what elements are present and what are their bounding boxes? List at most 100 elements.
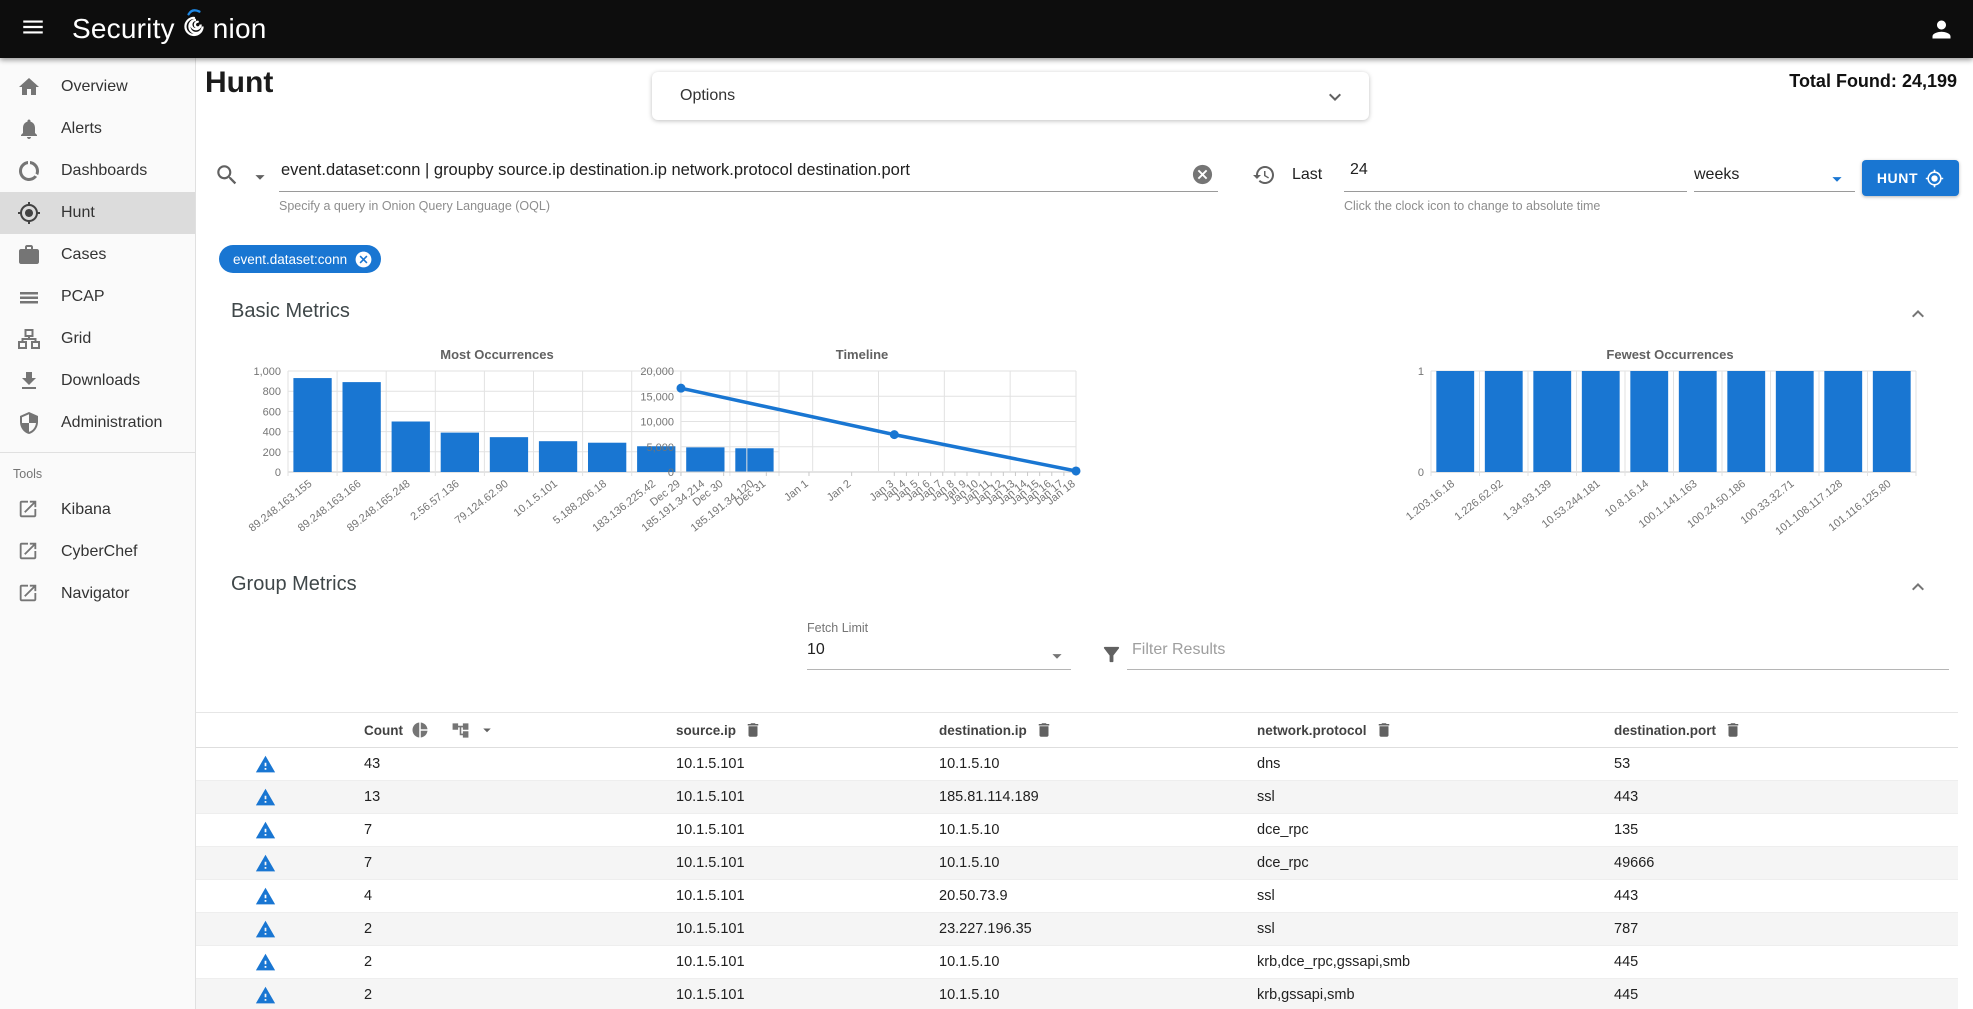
options-label: Options (680, 87, 735, 105)
table-cell: 49666 (1614, 847, 1654, 879)
table-cell: 10.1.5.101 (676, 880, 745, 912)
collapse-basic-metrics-icon[interactable] (1906, 302, 1930, 331)
time-value-input[interactable] (1348, 160, 1472, 180)
sidebar-item-pcap[interactable]: PCAP (0, 276, 195, 318)
sidebar-nav: Overview Alerts Dashboards Hunt Cases PC… (0, 58, 196, 1009)
warning-icon[interactable] (248, 748, 282, 780)
trash-icon[interactable] (744, 721, 762, 739)
warning-icon[interactable] (248, 814, 282, 846)
table-cell: 10.1.5.101 (676, 946, 745, 978)
sidebar-item-grid[interactable]: Grid (0, 318, 195, 360)
table-cell: ssl (1257, 781, 1275, 813)
lines-icon (17, 285, 41, 309)
svg-text:20,000: 20,000 (640, 366, 674, 378)
sidebar-item-downloads[interactable]: Downloads (0, 360, 195, 402)
query-input[interactable] (279, 160, 1188, 181)
svg-text:79.124.62.90: 79.124.62.90 (453, 478, 511, 527)
trash-icon[interactable] (1724, 721, 1742, 739)
sidebar-item-administration[interactable]: Administration (0, 402, 195, 444)
column-header-source-ip[interactable]: source.ip (676, 713, 762, 747)
table-cell: 445 (1614, 979, 1638, 1009)
warning-icon[interactable] (248, 781, 282, 813)
warning-icon[interactable] (248, 979, 282, 1009)
table-cell: 10.1.5.101 (676, 847, 745, 879)
clear-query-icon[interactable] (1191, 163, 1214, 191)
sidebar-item-cyberchef[interactable]: CyberChef (0, 531, 195, 573)
fewest-occurrences-chart[interactable]: Fewest Occurrences011.203.16.181.226.62.… (1385, 345, 1930, 560)
pie-chart-icon[interactable] (411, 721, 429, 739)
download-icon (17, 369, 41, 393)
filter-results-input[interactable] (1130, 640, 1944, 660)
results-table-body: 4310.1.5.10110.1.5.10dns531310.1.5.10118… (184, 748, 1958, 1009)
security-onion-app: Security nion Overview Alerts Dashboard (0, 0, 1973, 1009)
table-cell: 10.1.5.10 (939, 847, 999, 879)
svg-text:0: 0 (668, 467, 674, 479)
chip-remove-icon[interactable] (354, 250, 373, 269)
options-expansion-panel[interactable]: Options (652, 72, 1369, 120)
table-row[interactable]: 1310.1.5.101185.81.114.189ssl443 (184, 781, 1958, 814)
trash-icon[interactable] (1375, 721, 1393, 739)
crosshair-icon (1925, 169, 1944, 188)
sidebar-item-hunt[interactable]: Hunt (0, 192, 195, 234)
chevron-down-icon (1323, 85, 1347, 114)
table-row[interactable]: 210.1.5.10110.1.5.10krb,dce_rpc,gssapi,s… (184, 946, 1958, 979)
table-cell: 443 (1614, 781, 1638, 813)
query-dropdown-caret-icon[interactable] (249, 166, 271, 193)
search-icon[interactable] (214, 162, 240, 193)
warning-icon[interactable] (248, 946, 282, 978)
sidebar-item-label: Downloads (61, 372, 140, 390)
table-cell: 43 (364, 748, 380, 780)
sidebar-item-kibana[interactable]: Kibana (0, 489, 195, 531)
sidebar-item-label: Kibana (61, 501, 111, 519)
warning-icon[interactable] (248, 913, 282, 945)
column-header-network-protocol[interactable]: network.protocol (1257, 713, 1393, 747)
group-tree-icon[interactable] (451, 721, 470, 740)
column-header-destination-ip[interactable]: destination.ip (939, 713, 1053, 747)
column-header-destination-port[interactable]: destination.port (1614, 713, 1742, 747)
table-row[interactable]: 4310.1.5.10110.1.5.10dns53 (184, 748, 1958, 781)
sidebar-item-dashboards[interactable]: Dashboards (0, 150, 195, 192)
sidebar-item-navigator[interactable]: Navigator (0, 573, 195, 615)
time-hint: Click the clock icon to change to absolu… (1344, 199, 1600, 213)
table-row[interactable]: 710.1.5.10110.1.5.10dce_rpc49666 (184, 847, 1958, 880)
caret-down-icon[interactable] (478, 721, 496, 739)
trash-icon[interactable] (1035, 721, 1053, 739)
fetch-limit-select[interactable]: 10 (807, 641, 825, 659)
hunt-button[interactable]: HUNT (1862, 160, 1959, 196)
table-cell: 443 (1614, 880, 1638, 912)
warning-icon[interactable] (248, 847, 282, 879)
time-underline (1344, 191, 1687, 192)
sidebar-item-label: Alerts (61, 120, 102, 138)
sidebar-item-cases[interactable]: Cases (0, 234, 195, 276)
filter-chip[interactable]: event.dataset:conn (219, 245, 381, 273)
table-row[interactable]: 210.1.5.10110.1.5.10krb,gssapi,smb445 (184, 979, 1958, 1009)
collapse-group-metrics-icon[interactable] (1906, 575, 1930, 604)
table-cell: dce_rpc (1257, 847, 1309, 879)
sidebar-item-alerts[interactable]: Alerts (0, 108, 195, 150)
security-onion-logo: Security nion (72, 8, 267, 51)
user-account-icon[interactable] (1928, 16, 1955, 48)
fetch-limit-caret-icon[interactable] (1046, 645, 1068, 672)
table-cell: 185.81.114.189 (939, 781, 1039, 813)
timeline-chart[interactable]: Timeline05,00010,00015,00020,000Dec 29De… (640, 345, 1100, 560)
svg-text:1.203.16.18: 1.203.16.18 (1404, 478, 1457, 523)
table-row[interactable]: 410.1.5.10120.50.73.9ssl443 (184, 880, 1958, 913)
sidebar-item-label: Grid (61, 330, 91, 348)
table-cell: 2 (364, 979, 372, 1009)
results-table: Count source.ip destination.ip network.p… (184, 712, 1958, 1009)
time-unit-select[interactable]: weeks (1694, 166, 1739, 184)
table-row[interactable]: 210.1.5.10123.227.196.35ssl787 (184, 913, 1958, 946)
history-clock-icon[interactable] (1252, 163, 1276, 192)
column-header-count[interactable]: Count (364, 713, 496, 747)
table-row[interactable]: 710.1.5.10110.1.5.10dce_rpc135 (184, 814, 1958, 847)
warning-icon[interactable] (248, 880, 282, 912)
onion-icon (176, 8, 212, 51)
table-cell: 10.1.5.10 (939, 979, 999, 1009)
menu-icon[interactable] (20, 14, 46, 45)
bell-icon (17, 117, 41, 141)
svg-text:400: 400 (263, 427, 281, 439)
sidebar-item-overview[interactable]: Overview (0, 66, 195, 108)
hunt-button-label: HUNT (1877, 170, 1918, 186)
total-found-label: Total Found: (1789, 71, 1897, 91)
svg-text:5,000: 5,000 (646, 442, 674, 454)
